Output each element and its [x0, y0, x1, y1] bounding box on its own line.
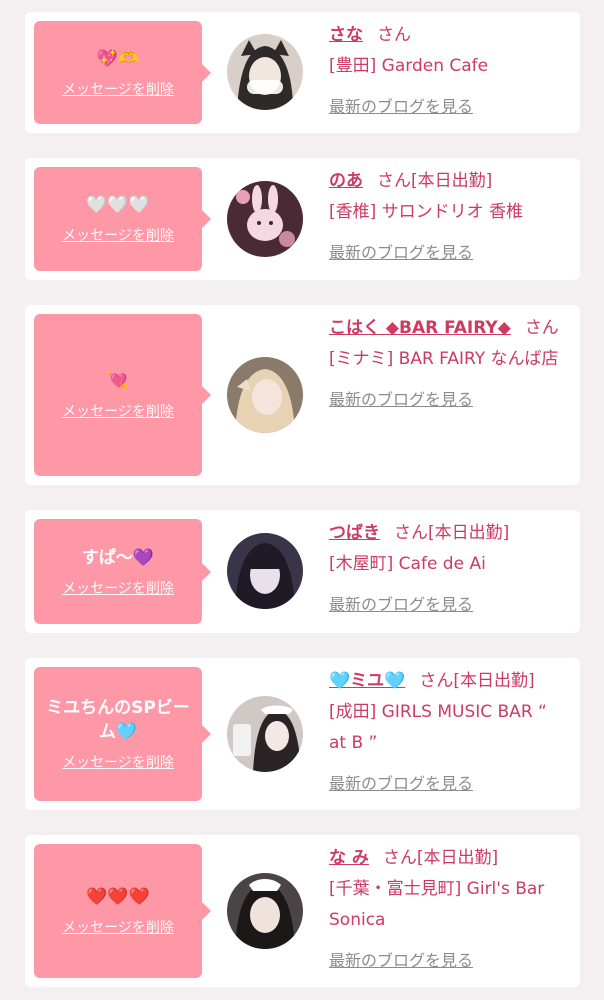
message-card: すぱ〜💜 メッセージを削除 つばき さん[本日出勤] [木屋町] Cafe de …	[25, 510, 580, 633]
cast-name-link[interactable]: さな	[329, 25, 363, 45]
shop-name: [千葉・富士見町] Girl's Bar Sonica	[329, 879, 545, 930]
message-text: 💘	[107, 371, 129, 391]
message-list: 💖🫶 メッセージを削除 さな さん [豊田] Garden Cafe 最新のブログ…	[0, 0, 604, 1000]
cast-name-link[interactable]: 🩵ミユ🩵	[329, 671, 405, 691]
status-badge: [本日出勤]	[416, 848, 499, 868]
message-text: 💖🫶	[96, 48, 140, 69]
message-bubble: 💘 メッセージを削除	[34, 314, 211, 476]
latest-blog-link[interactable]: 最新のブログを見る	[329, 589, 473, 620]
shop-name: [豊田] Garden Cafe	[329, 56, 489, 76]
status-badge: [本日出勤]	[453, 671, 535, 691]
message-card: 🤍🤍🤍 メッセージを削除 のあ さん[本日出勤] [香椎] サロンドリオ 香椎 最…	[25, 158, 580, 280]
cast-info: こはく ◆BAR FAIRY◆ さん [ミナミ] BAR FAIRY なんば店 最…	[329, 313, 569, 416]
cast-name-link[interactable]: な み	[329, 848, 369, 868]
avatar[interactable]	[227, 181, 303, 257]
latest-blog-link[interactable]: 最新のブログを見る	[329, 384, 473, 415]
avatar-photo-icon	[227, 533, 303, 609]
status-badge: [本日出勤]	[411, 171, 493, 191]
shop-name: [香椎] サロンドリオ 香椎	[329, 202, 524, 222]
cast-info: さな さん [豊田] Garden Cafe 最新のブログを見る	[329, 20, 569, 123]
shop-name: [成田] GIRLS MUSIC BAR “ at B ”	[329, 702, 547, 753]
honorific: さん	[419, 671, 454, 691]
avatar[interactable]	[227, 696, 303, 772]
message-bubble: ❤️❤️❤️ メッセージを削除	[34, 844, 211, 978]
message-card: ❤️❤️❤️ メッセージを削除 な みさん[本日出勤] [千葉・富士見町] Gi…	[25, 835, 580, 987]
latest-blog-link[interactable]: 最新のブログを見る	[329, 91, 473, 122]
honorific: さん	[524, 318, 559, 338]
honorific: さん	[377, 25, 411, 45]
honorific: さん	[394, 523, 428, 543]
status-badge: [本日出勤]	[428, 523, 510, 543]
latest-blog-link[interactable]: 最新のブログを見る	[329, 945, 473, 976]
cast-info: のあ さん[本日出勤] [香椎] サロンドリオ 香椎 最新のブログを見る	[329, 166, 569, 269]
delete-message-link[interactable]: メッセージを削除	[62, 917, 174, 937]
message-text: ミユちんのSPビーム🩵	[46, 698, 190, 742]
message-bubble: すぱ〜💜 メッセージを削除	[34, 519, 211, 624]
cast-info: つばき さん[本日出勤] [木屋町] Cafe de Ai 最新のブログを見る	[329, 518, 569, 621]
delete-message-link[interactable]: メッセージを削除	[62, 225, 174, 245]
cast-name-link[interactable]: こはく ◆BAR FAIRY◆	[329, 318, 511, 338]
message-card: 💘 メッセージを削除 こはく ◆BAR FAIRY◆ さん [ミナミ] BAR F…	[25, 305, 580, 485]
message-bubble: 🤍🤍🤍 メッセージを削除	[34, 167, 211, 271]
message-card: 💖🫶 メッセージを削除 さな さん [豊田] Garden Cafe 最新のブログ…	[25, 12, 580, 133]
avatar[interactable]	[227, 873, 303, 949]
message-text: 🤍🤍🤍	[86, 195, 150, 215]
cast-info: な みさん[本日出勤] [千葉・富士見町] Girl's Bar Sonica …	[329, 843, 569, 977]
cast-name-link[interactable]: のあ	[329, 171, 363, 191]
cast-info: 🩵ミユ🩵 さん[本日出勤] [成田] GIRLS MUSIC BAR “ at B…	[329, 666, 569, 800]
message-text: ❤️❤️❤️	[86, 887, 150, 907]
latest-blog-link[interactable]: 最新のブログを見る	[329, 237, 473, 268]
shop-name: [ミナミ] BAR FAIRY なんば店	[329, 349, 559, 369]
cast-name-link[interactable]: つばき	[329, 523, 380, 543]
message-bubble: ミユちんのSPビーム🩵 メッセージを削除	[34, 667, 211, 801]
avatar-photo-icon	[227, 181, 303, 257]
honorific: さん	[382, 848, 417, 868]
message-card: ミユちんのSPビーム🩵 メッセージを削除 🩵ミユ🩵 さん[本日出勤] [成田] G…	[25, 658, 580, 810]
delete-message-link[interactable]: メッセージを削除	[62, 578, 174, 598]
avatar[interactable]	[227, 34, 303, 110]
delete-message-link[interactable]: メッセージを削除	[62, 401, 174, 421]
avatar-photo-icon	[227, 357, 303, 433]
delete-message-link[interactable]: メッセージを削除	[62, 752, 174, 772]
avatar-photo-icon	[227, 34, 303, 110]
avatar-photo-icon	[227, 873, 303, 949]
avatar[interactable]	[227, 533, 303, 609]
message-bubble: 💖🫶 メッセージを削除	[34, 21, 211, 124]
delete-message-link[interactable]: メッセージを削除	[62, 79, 174, 99]
honorific: さん	[377, 171, 411, 191]
message-text: すぱ〜💜	[81, 547, 155, 568]
avatar[interactable]	[227, 357, 303, 433]
shop-name: [木屋町] Cafe de Ai	[329, 554, 486, 574]
latest-blog-link[interactable]: 最新のブログを見る	[329, 768, 473, 799]
avatar-photo-icon	[227, 696, 303, 772]
